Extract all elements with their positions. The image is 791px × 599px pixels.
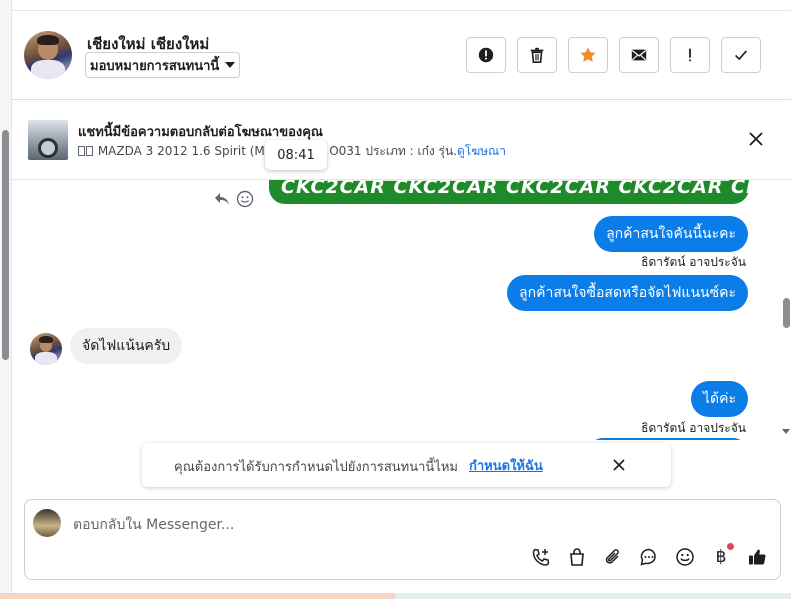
like-button[interactable]: [746, 546, 768, 568]
spam-button[interactable]: [670, 37, 710, 73]
left-scrollbar-thumb[interactable]: [2, 130, 9, 360]
message-bubble-outgoing-partial[interactable]: [588, 438, 748, 440]
view-ad-link[interactable]: ดูโฆษณา: [457, 142, 506, 161]
timestamp-tooltip: 08:41: [265, 140, 327, 170]
check-icon: [735, 50, 748, 61]
message-scrollbar[interactable]: [782, 180, 791, 440]
message-bubble-outgoing[interactable]: ลูกค้าสนใจคันนี้นะคะ: [594, 216, 748, 252]
contact-avatar[interactable]: [24, 31, 72, 79]
reply-icon[interactable]: [214, 192, 230, 206]
assign-conversation-dropdown[interactable]: มอบหมายการสนทนานี้: [85, 52, 241, 78]
emoji-button[interactable]: [674, 546, 696, 568]
caret-down-icon: [225, 62, 236, 68]
exclamation-icon: [689, 48, 691, 62]
message-scrollbar-thumb[interactable]: [783, 298, 790, 328]
shopping-bag-icon: [570, 548, 584, 566]
attach-button[interactable]: [602, 546, 624, 568]
chat-bubble-icon: [640, 548, 656, 566]
ad-reply-bar: แชทนี้มีข้อความตอบกลับต่อโฆษณาของคุณ MAZ…: [12, 100, 791, 180]
notification-dot: [727, 543, 734, 550]
scroll-down-arrow-icon[interactable]: [782, 429, 790, 434]
done-button[interactable]: [721, 37, 761, 73]
sender-name: ธิดารัตน์ อาจประจัน: [641, 421, 746, 435]
message-bubble-outgoing[interactable]: ได้ค่ะ: [690, 381, 748, 417]
exclamation-circle-icon: [478, 47, 494, 63]
page-avatar: [33, 509, 61, 537]
saved-replies-button[interactable]: [638, 546, 660, 568]
reply-composer[interactable]: ตอบกลับใน Messenger... ฿: [24, 499, 781, 580]
envelope-icon: [631, 49, 647, 61]
baht-icon: ฿: [715, 547, 727, 567]
contact-avatar-small: [30, 333, 62, 365]
header-actions: [466, 37, 761, 73]
trash-icon: [530, 47, 544, 64]
composer-toolbar: ฿: [530, 543, 768, 568]
star-button[interactable]: [568, 37, 608, 73]
thumbs-up-icon: [749, 549, 766, 565]
react-emoji-icon[interactable]: [236, 190, 254, 208]
call-button[interactable]: [530, 546, 552, 568]
mark-unread-button[interactable]: [619, 37, 659, 73]
ad-image-banner[interactable]: CKC2CAR CKC2CAR CKC2CAR CKC2CAR CKC2: [269, 180, 749, 204]
star-icon: [580, 47, 596, 62]
banner-text: CKC2CAR CKC2CAR CKC2CAR CKC2CAR CKC2: [281, 180, 749, 198]
delete-button[interactable]: [517, 37, 557, 73]
assign-to-me-link[interactable]: กำหนดให้ฉัน: [469, 455, 543, 476]
smiley-icon: [676, 548, 694, 566]
sender-name: ธิดารัตน์ อาจประจัน: [641, 255, 746, 269]
message-bubble-outgoing[interactable]: ลูกค้าสนใจซื้อสดหรือจัดไฟแนนซ์คะ: [507, 275, 748, 311]
close-icon[interactable]: [747, 130, 765, 148]
alert-button[interactable]: [466, 37, 506, 73]
conversation-header: เชียงใหม่ เชียงใหม่ มอบหมายการสนทนานี้: [12, 11, 791, 100]
payment-button[interactable]: ฿: [710, 543, 734, 568]
assign-prompt-toast: คุณต้องการได้รับการกำหนดไปยังการสนทนานี้…: [142, 443, 671, 487]
ad-title: แชทนี้มีข้อความตอบกลับต่อโฆษณาของคุณ: [78, 125, 323, 140]
close-icon[interactable]: [611, 457, 627, 473]
messenger-conversation-panel: เชียงใหม่ เชียงใหม่ มอบหมายการสนทนานี้ แ…: [0, 0, 791, 599]
left-scrollbar[interactable]: [0, 0, 12, 599]
phone-plus-icon: [532, 548, 550, 566]
assign-prompt-text: คุณต้องการได้รับการกำหนดไปยังการสนทนานี้…: [174, 460, 458, 475]
assign-label: มอบหมายการสนทนานี้: [90, 58, 220, 74]
message-list: CKC2CAR CKC2CAR CKC2CAR CKC2CAR CKC2 ลูก…: [12, 180, 782, 440]
paperclip-icon: [605, 549, 619, 564]
reply-input[interactable]: ตอบกลับใน Messenger...: [73, 514, 234, 536]
message-bubble-incoming[interactable]: จัดไฟแน้นครับ: [70, 328, 183, 364]
page-bottom-edge: [0, 593, 791, 599]
shop-button[interactable]: [566, 546, 588, 568]
ad-thumbnail[interactable]: [28, 120, 68, 160]
